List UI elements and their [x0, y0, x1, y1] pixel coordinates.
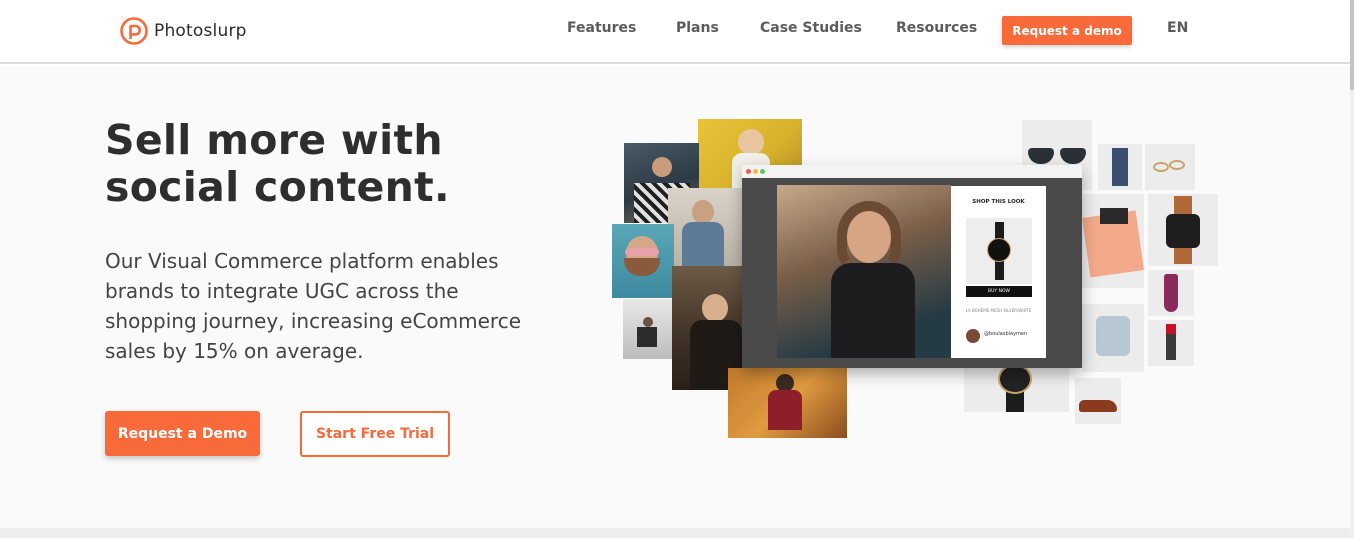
product-name: LA BOHÈME MESH SILVER/WHITE [965, 308, 1032, 313]
language-selector[interactable]: EN [1167, 20, 1188, 36]
product-tile-dress [1148, 270, 1194, 316]
product-tile-lipstick [1148, 320, 1194, 366]
ugc-photo [668, 188, 742, 266]
ugc-photo [612, 224, 674, 298]
user-handle: @boulasblaymen [984, 331, 1028, 337]
product-tile-chair [1082, 304, 1144, 372]
hero-headline: Sell more with social content. [105, 116, 450, 211]
featured-ugc-photo [777, 185, 951, 358]
watch-product-image [966, 218, 1032, 284]
product-tile-jeans [1098, 144, 1142, 190]
maximize-dot-icon [760, 169, 765, 174]
browser-toolbar [742, 165, 1082, 178]
request-demo-nav-button[interactable]: Request a demo [1002, 16, 1132, 45]
nav-case-studies[interactable]: Case Studies [760, 20, 862, 36]
minimize-dot-icon [753, 169, 758, 174]
product-tile-watch [1148, 194, 1218, 266]
request-demo-button[interactable]: Request a Demo [105, 411, 260, 456]
brand-logo[interactable]: Photoslurp [120, 17, 247, 45]
nav-resources[interactable]: Resources [896, 20, 977, 36]
photoslurp-logo-icon [120, 17, 148, 45]
ugc-photo [623, 299, 673, 359]
product-tile-rings [1145, 144, 1195, 190]
section-divider [0, 528, 1350, 538]
brand-name: Photoslurp [154, 21, 247, 41]
avatar [966, 329, 980, 343]
close-dot-icon [746, 169, 751, 174]
start-free-trial-button[interactable]: Start Free Trial [300, 411, 450, 457]
shop-this-look-title: SHOP THIS LOOK [972, 199, 1025, 205]
hero-subtext: Our Visual Commerce platform enables bra… [105, 249, 522, 363]
product-tile-box [1082, 194, 1144, 288]
scrollbar-thumb[interactable] [1350, 0, 1354, 90]
shop-this-look-card: SHOP THIS LOOK BUY NOW LA BOHÈME MESH SI… [951, 186, 1046, 358]
product-tile-shoe [1075, 378, 1121, 424]
buy-now-button[interactable]: BUY NOW [966, 286, 1032, 297]
ugc-photo [728, 368, 847, 438]
nav-plans[interactable]: Plans [676, 20, 719, 36]
nav-features[interactable]: Features [567, 20, 636, 36]
site-header: Photoslurp Features Plans Case Studies R… [0, 0, 1350, 64]
